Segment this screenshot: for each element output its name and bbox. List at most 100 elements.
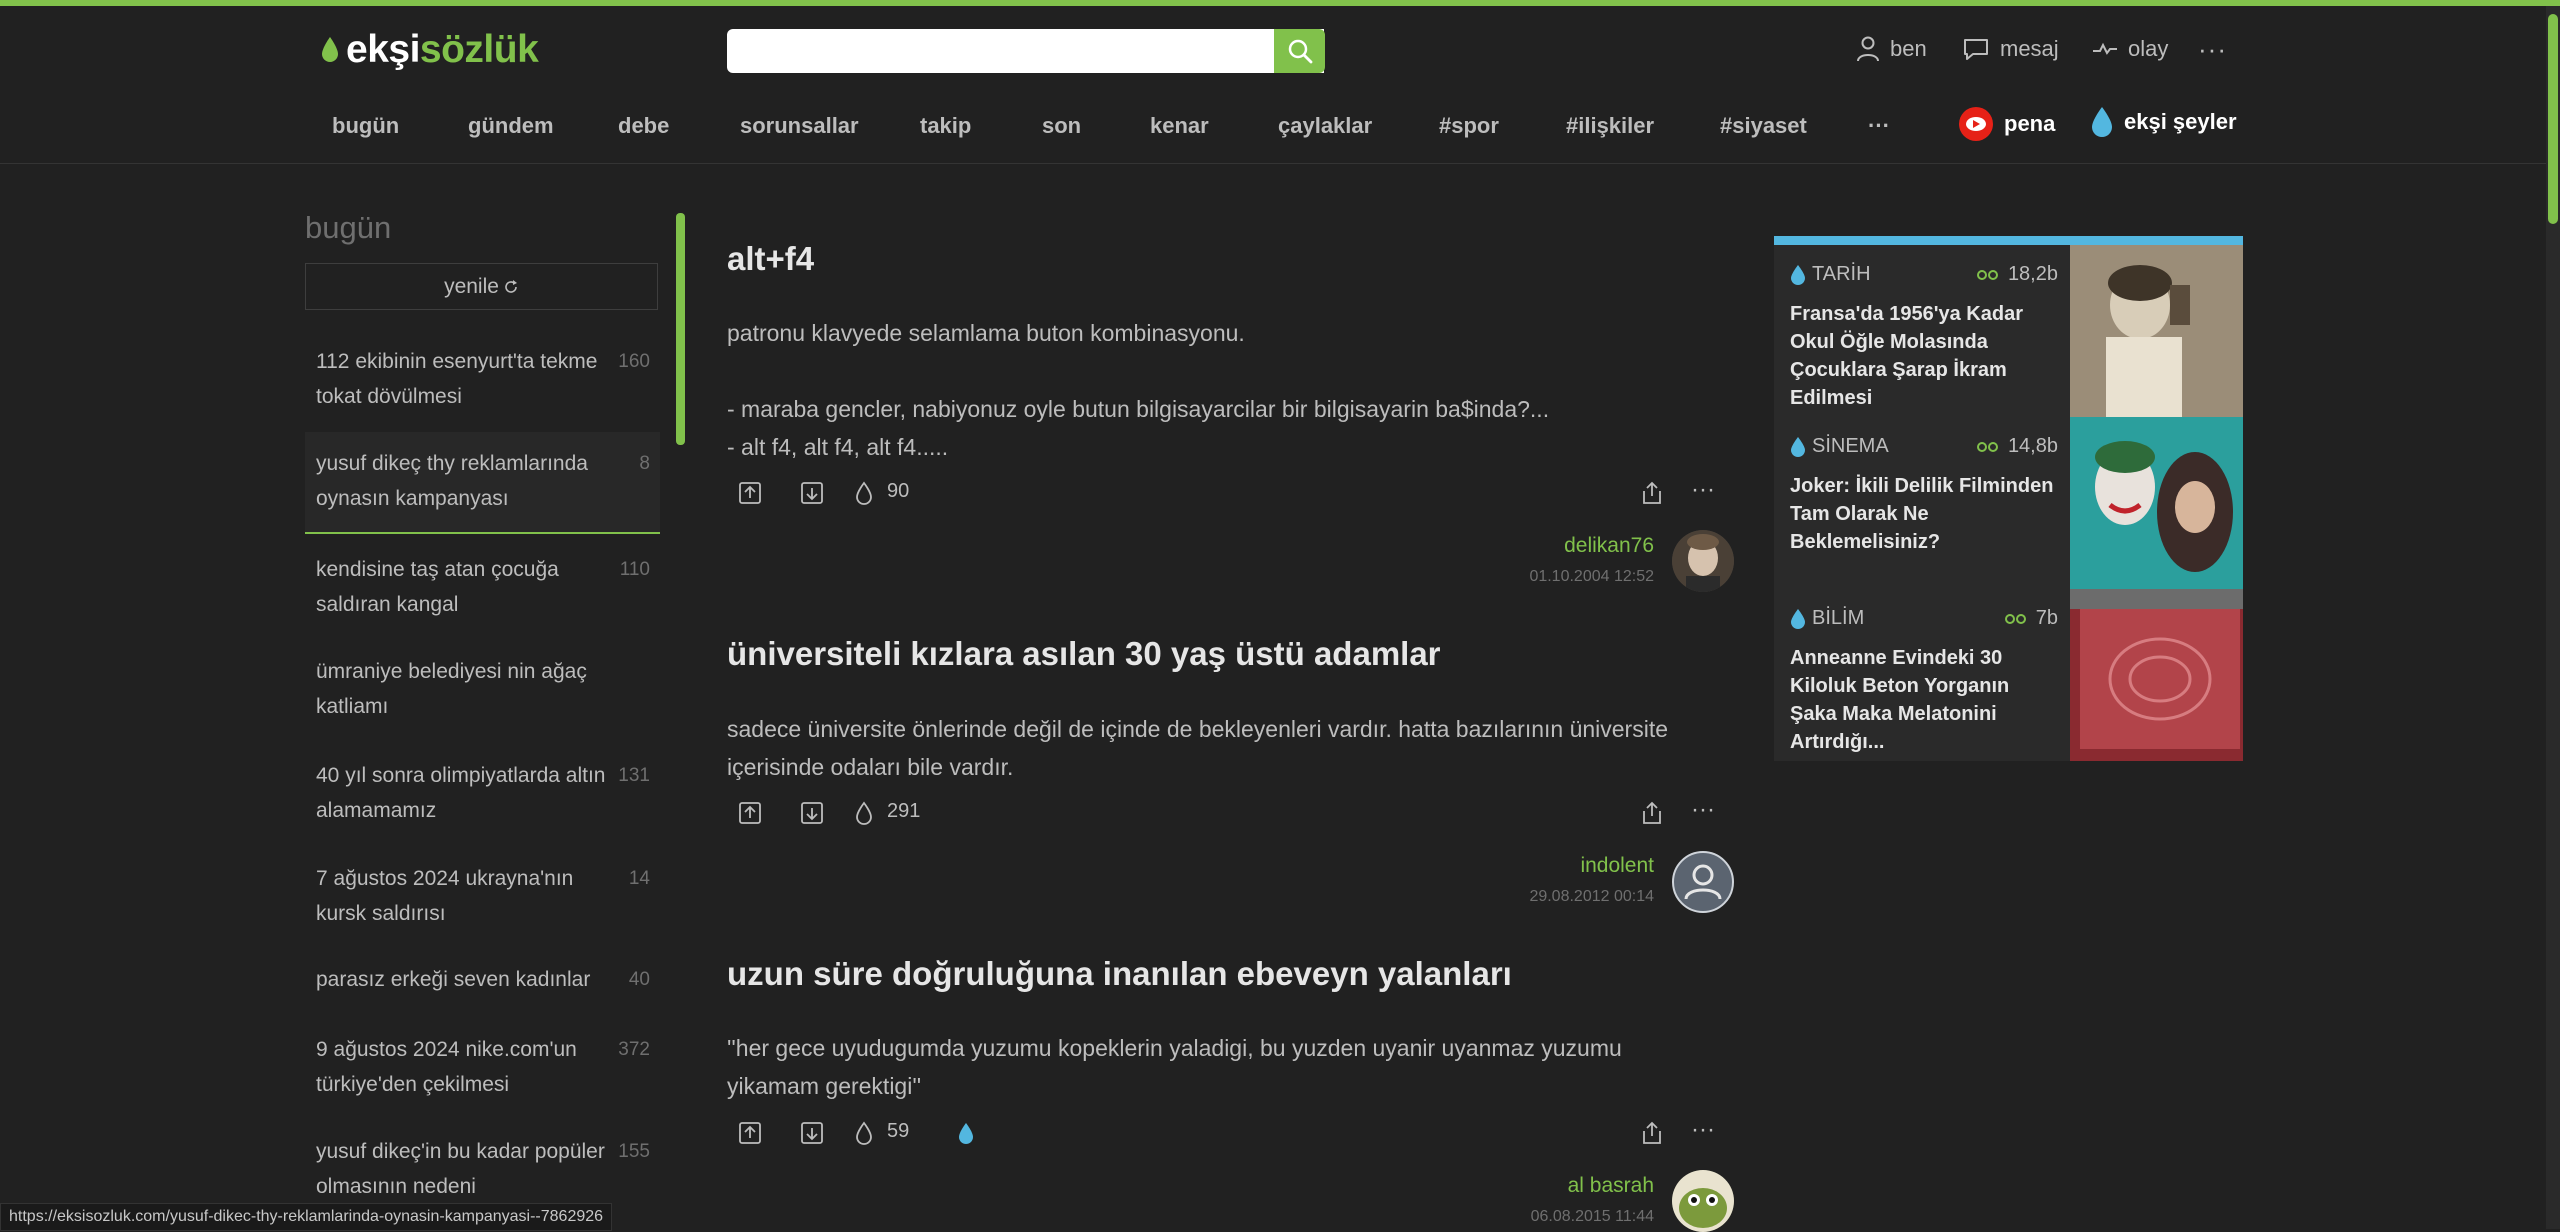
tab-debe[interactable]: debe <box>618 113 669 139</box>
refresh-label: yenile <box>444 274 499 298</box>
sidebar-item[interactable]: 112 ekibinin esenyurt'ta tekme tokat döv… <box>305 336 660 420</box>
favorite-count[interactable]: 291 <box>887 800 920 823</box>
sidebar-item-title: 7 ağustos 2024 ukrayna'nın kursk saldırı… <box>316 867 574 925</box>
sidebar-item[interactable]: ümraniye belediyesi nin ağaç katliamı <box>305 646 660 736</box>
sidebar-item-count: 155 <box>618 1141 650 1162</box>
entry-date[interactable]: 06.08.2015 11:44 <box>1300 1208 1654 1226</box>
downvote-icon[interactable] <box>799 480 825 506</box>
share-icon[interactable] <box>1639 480 1665 506</box>
activity-icon <box>2093 42 2117 55</box>
upvote-icon[interactable] <box>737 480 763 506</box>
entry-actions: 59 ··· <box>727 1116 1727 1150</box>
user-link-olay[interactable]: olay <box>2092 36 2168 62</box>
entry-actions: 291 ··· <box>727 796 1727 830</box>
eksi-seyler-cards: TARİH 18,2b Fransa'da 1956'ya Kadar Okul… <box>1774 236 2243 764</box>
card-image[interactable] <box>2070 589 2243 761</box>
sidebar-item-active[interactable]: yusuf dikeç thy reklamlarında oynasın ka… <box>305 432 660 534</box>
favorite-drop-icon[interactable] <box>851 480 877 506</box>
entry-body: ''her gece uyudugumda yuzumu kopeklerin … <box>727 1029 1717 1105</box>
upvote-icon[interactable] <box>737 1120 763 1146</box>
tab-more[interactable]: ··· <box>1868 113 1890 139</box>
entry-more-menu[interactable]: ··· <box>1691 476 1715 504</box>
card-title[interactable]: Fransa'da 1956'ya Kadar Okul Öğle Molası… <box>1790 300 2060 412</box>
entry-line: - maraba gencler, nabiyonuz oyle butun b… <box>727 396 1550 422</box>
card-title[interactable]: Anneanne Evindeki 30 Kiloluk Beton Yorga… <box>1790 644 2060 756</box>
share-icon[interactable] <box>1639 1120 1665 1146</box>
site-logo[interactable]: ekşi sözlük <box>320 28 539 72</box>
card-image[interactable] <box>2070 245 2243 417</box>
drop-icon <box>1791 608 1805 629</box>
tab-kenar[interactable]: kenar <box>1150 113 1209 139</box>
user-icon <box>1857 36 1879 62</box>
sidebar-item-title: kendisine taş atan çocuğa saldıran kanga… <box>316 558 559 616</box>
tab-siyaset[interactable]: #siyaset <box>1720 113 1807 139</box>
pena-link[interactable]: pena <box>1958 106 2055 142</box>
sidebar-item-count: 40 <box>628 969 650 990</box>
author-name[interactable]: indolent <box>1300 854 1654 878</box>
sidebar-item[interactable]: 7 ağustos 2024 ukrayna'nın kursk saldırı… <box>305 853 660 943</box>
header-more-menu[interactable]: ··· <box>2198 34 2227 65</box>
tab-sorunsallar[interactable]: sorunsallar <box>740 113 859 139</box>
entry-title[interactable]: üniversiteli kızlara asılan 30 yaş üstü … <box>727 635 1441 673</box>
sidebar-scroll-indicator[interactable] <box>676 213 685 445</box>
entry-date[interactable]: 29.08.2012 00:14 <box>1300 888 1654 906</box>
avatar[interactable] <box>1672 851 1734 913</box>
tab-bugun[interactable]: bugün <box>332 113 399 139</box>
tab-spor[interactable]: #spor <box>1439 113 1499 139</box>
entry-more-menu[interactable]: ··· <box>1691 796 1715 824</box>
scrollbar-thumb[interactable] <box>2548 14 2558 224</box>
entry-title[interactable]: alt+f4 <box>727 240 814 278</box>
entry-line-blank <box>727 352 1717 390</box>
logo-text-sozluk: sözlük <box>419 28 539 71</box>
sidebar-item-title: parasız erkeği seven kadınlar <box>316 968 591 991</box>
tab-gundem[interactable]: gündem <box>468 113 554 139</box>
card-item[interactable]: BİLİM 7b Anneanne Evindeki 30 Kiloluk Be… <box>1774 589 2243 761</box>
user-link-ben[interactable]: ben <box>1856 36 1927 62</box>
sidebar-item[interactable]: kendisine taş atan çocuğa saldıran kanga… <box>305 544 660 634</box>
entry-date[interactable]: 01.10.2004 12:52 <box>1300 568 1654 586</box>
entry-more-menu[interactable]: ··· <box>1691 1116 1715 1144</box>
infinity-icon <box>2004 613 2026 624</box>
eksi-seyler-link[interactable]: ekşi şeyler <box>2090 106 2237 138</box>
user-link-mesaj[interactable]: mesaj <box>1962 36 2059 62</box>
favorite-count[interactable]: 90 <box>887 480 909 503</box>
refresh-button[interactable]: yenile <box>305 263 658 310</box>
header-divider <box>0 163 2546 164</box>
share-icon[interactable] <box>1639 800 1665 826</box>
tab-iliskiler[interactable]: #ilişkiler <box>1566 113 1654 139</box>
downvote-icon[interactable] <box>799 1120 825 1146</box>
browser-status-url: https://eksisozluk.com/yusuf-dikec-thy-r… <box>0 1203 613 1231</box>
sidebar-item-count: 160 <box>618 351 650 372</box>
author-name[interactable]: al basrah <box>1300 1174 1654 1198</box>
card-image[interactable] <box>2070 417 2243 589</box>
downvote-icon[interactable] <box>799 800 825 826</box>
avatar[interactable] <box>1672 1170 1734 1232</box>
entry-actions: 90 ··· <box>727 476 1727 510</box>
card-title[interactable]: Joker: İkili Delilik Filminden Tam Olara… <box>1790 472 2060 556</box>
card-item[interactable]: TARİH 18,2b Fransa'da 1956'ya Kadar Okul… <box>1774 245 2243 417</box>
entry-body: sadece üniversite önlerinde değil de içi… <box>727 710 1717 786</box>
search-input[interactable] <box>727 29 1259 73</box>
sidebar-item[interactable]: 9 ağustos 2024 nike.com'un türkiye'den ç… <box>305 1024 660 1114</box>
message-link-label: mesaj <box>2000 36 2059 61</box>
page-scrollbar[interactable] <box>2546 6 2560 1229</box>
eksi-seyler-drop-icon[interactable] <box>953 1120 979 1146</box>
tab-son[interactable]: son <box>1042 113 1081 139</box>
upvote-icon[interactable] <box>737 800 763 826</box>
entry-line: - alt f4, alt f4, alt f4..... <box>727 434 949 460</box>
sidebar-item[interactable]: 40 yıl sonra olimpiyatlarda altın alamam… <box>305 750 660 840</box>
favorite-drop-icon[interactable] <box>851 1120 877 1146</box>
favorite-drop-icon[interactable] <box>851 800 877 826</box>
card-item[interactable]: SİNEMA 14,8b Joker: İkili Delilik Filmin… <box>1774 417 2243 589</box>
author-name[interactable]: delikan76 <box>1300 534 1654 558</box>
entry-title[interactable]: uzun süre doğruluğuna inanılan ebeveyn y… <box>727 955 1512 993</box>
search-button[interactable] <box>1274 29 1325 73</box>
sidebar-item[interactable]: parasız erkeği seven kadınlar 40 <box>305 956 660 1006</box>
drop-icon <box>1791 436 1805 457</box>
tab-takip[interactable]: takip <box>920 113 971 139</box>
avatar[interactable] <box>1672 530 1734 592</box>
card-views-count: 7b <box>2035 607 2058 629</box>
favorite-count[interactable]: 59 <box>887 1120 909 1143</box>
tab-caylaklar[interactable]: çaylaklar <box>1278 113 1372 139</box>
sidebar-item-title: 9 ağustos 2024 nike.com'un türkiye'den ç… <box>316 1038 577 1096</box>
